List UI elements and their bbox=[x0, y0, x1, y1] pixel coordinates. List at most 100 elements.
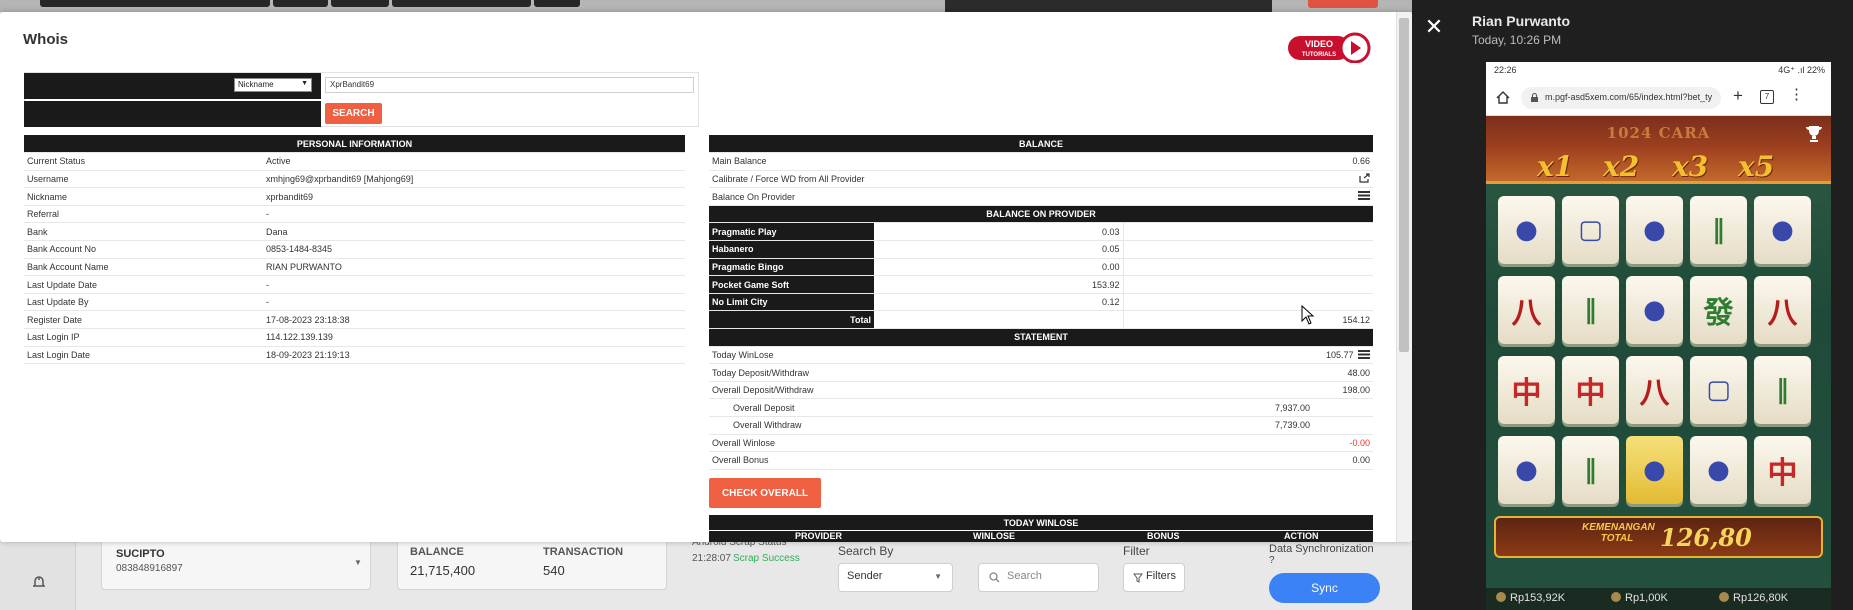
mahjong-tile: 中 bbox=[1498, 356, 1555, 424]
today-winlose-columns: PROVIDER WINLOSE BONUS ACTION bbox=[709, 531, 1373, 542]
overall-deposit-label: Overall Deposit bbox=[709, 398, 1123, 417]
main-balance-label: Main Balance bbox=[709, 152, 1123, 171]
column-provider: PROVIDER bbox=[795, 531, 843, 541]
filters-button[interactable]: Filters bbox=[1123, 563, 1185, 592]
top-nav-segment[interactable] bbox=[40, 0, 270, 7]
row-label: Last Login Date bbox=[24, 346, 263, 365]
table-row: Today WinLose 105.77 bbox=[709, 346, 1374, 365]
mahjong-tile: ‖ bbox=[1562, 436, 1619, 504]
whois-modal: Whois VIDEO TUTORIALS Nickname ▼ XprBand… bbox=[0, 12, 1412, 542]
balance-label: BALANCE bbox=[410, 546, 464, 558]
mahjong-tile: 八 bbox=[1626, 356, 1683, 424]
row-label: Bank Account No bbox=[24, 240, 263, 259]
table-row: Last Login Date 18-09-2023 21:19:13 bbox=[24, 346, 686, 365]
table-row: Today Deposit/Withdraw 48.00 bbox=[709, 363, 1374, 382]
table-row: Bank Account No 0853-1484-8345 bbox=[24, 240, 686, 259]
home-icon[interactable] bbox=[1496, 91, 1510, 104]
search-by-select[interactable]: Sender ▼ bbox=[838, 563, 953, 592]
row-value: 18-09-2023 21:19:13 bbox=[263, 346, 686, 365]
search-type-value: Nickname bbox=[238, 80, 274, 89]
chevron-down-icon[interactable]: ▼ bbox=[354, 558, 362, 567]
row-label: Nickname bbox=[24, 187, 263, 206]
top-nav-segment[interactable] bbox=[534, 0, 580, 7]
url-field[interactable]: m.pgf-asd5xem.com/65/index.html?bet_ty bbox=[1521, 87, 1721, 109]
new-tab-icon[interactable]: + bbox=[1733, 86, 1743, 106]
chevron-down-icon: ▼ bbox=[934, 572, 942, 581]
sidebar bbox=[0, 540, 76, 610]
modal-title: Whois bbox=[23, 31, 68, 48]
provider-value: 0.05 bbox=[874, 240, 1124, 259]
row-value: Active bbox=[263, 152, 686, 171]
balance-value: 21,715,400 bbox=[410, 563, 476, 578]
overall-winlose-value: -0.00 bbox=[1123, 434, 1374, 453]
top-red-button[interactable] bbox=[1308, 0, 1378, 8]
lock-icon bbox=[1531, 93, 1538, 102]
check-overall-button[interactable]: CHECK OVERALL bbox=[709, 478, 821, 508]
mahjong-tile: ● bbox=[1498, 196, 1555, 264]
top-nav-segment[interactable] bbox=[392, 0, 531, 7]
dashboard-icon[interactable] bbox=[32, 575, 46, 587]
table-row: Last Update Date - bbox=[24, 275, 686, 294]
table-row: Last Login IP 114.122.139.139 bbox=[24, 328, 686, 347]
filter-icon bbox=[1133, 573, 1143, 583]
balance-table: BALANCE Main Balance 0.66 Calibrate / Fo… bbox=[709, 135, 1374, 470]
mahjong-tile: 八 bbox=[1498, 276, 1555, 344]
provider-name: Habanero bbox=[709, 240, 874, 259]
tab-count[interactable]: 7 bbox=[1760, 90, 1774, 104]
column-action: ACTION bbox=[1284, 531, 1319, 541]
top-nav-segment[interactable] bbox=[273, 0, 328, 7]
table-row: Overall Bonus 0.00 bbox=[709, 451, 1374, 470]
kebab-menu-icon[interactable]: ⋮ bbox=[1789, 87, 1804, 103]
provider-spacer bbox=[1123, 222, 1374, 242]
total-label: Total bbox=[709, 310, 874, 330]
footer-bet: Rp1,00K bbox=[1611, 592, 1668, 604]
search-by-label: Search By bbox=[838, 544, 894, 558]
scrollbar-thumb[interactable] bbox=[1399, 18, 1409, 352]
table-row: Calibrate / Force WD from All Provider bbox=[709, 170, 1374, 189]
whois-search-input[interactable]: XprBandit69 bbox=[325, 77, 694, 93]
search-type-select[interactable]: Nickname ▼ bbox=[234, 78, 312, 92]
search-icon bbox=[989, 572, 1000, 583]
search-button[interactable]: SEARCH bbox=[325, 103, 382, 124]
browser-address-bar: m.pgf-asd5xem.com/65/index.html?bet_ty +… bbox=[1486, 80, 1831, 116]
video-tutorials-button[interactable]: VIDEO TUTORIALS bbox=[1287, 32, 1371, 64]
row-value: - bbox=[263, 293, 686, 312]
sync-button[interactable]: Sync bbox=[1269, 573, 1380, 603]
top-nav-segment[interactable] bbox=[331, 0, 389, 7]
trophy-icon[interactable] bbox=[1804, 124, 1824, 144]
table-row: Bank Dana bbox=[24, 222, 686, 242]
column-winlose: WINLOSE bbox=[973, 531, 1015, 541]
calibrate-label: Calibrate / Force WD from All Provider bbox=[709, 170, 1123, 189]
mahjong-tile: ‖ bbox=[1754, 356, 1811, 424]
provider-header: BALANCE ON PROVIDER bbox=[709, 205, 1374, 224]
today-deposit-withdraw-label: Today Deposit/Withdraw bbox=[709, 363, 1123, 382]
today-winlose-value: 105.77 bbox=[1325, 349, 1354, 360]
row-label: Username bbox=[24, 170, 263, 189]
table-row: Nickname xprbandit69 bbox=[24, 187, 686, 206]
search-input[interactable]: Search bbox=[978, 563, 1099, 592]
close-icon[interactable]: ✕ bbox=[1424, 15, 1444, 39]
mahjong-tile: ● bbox=[1626, 196, 1683, 264]
overall-withdraw-label: Overall Withdraw bbox=[709, 416, 1123, 435]
provider-value: 153.92 bbox=[874, 275, 1124, 294]
list-icon[interactable] bbox=[1358, 349, 1371, 359]
url-text: m.pgf-asd5xem.com/65/index.html?bet_ty bbox=[1545, 92, 1713, 102]
row-value: xmhjng69@xprbandit69 [Mahjong69] bbox=[263, 170, 686, 189]
mahjong-tile: ● bbox=[1690, 436, 1747, 504]
user-phone: 083848916897 bbox=[116, 563, 183, 574]
help-icon[interactable]: ? bbox=[1269, 555, 1275, 566]
footer-bet-value: Rp1,00K bbox=[1625, 592, 1668, 604]
personal-info-header: PERSONAL INFORMATION bbox=[24, 135, 686, 154]
win-label: KEMENANGAN TOTAL bbox=[1582, 522, 1655, 544]
table-row: Balance On Provider bbox=[709, 187, 1374, 206]
win-amount: 126,80 bbox=[1660, 523, 1752, 552]
share-icon[interactable] bbox=[1359, 173, 1370, 183]
row-value: 114.122.139.139 bbox=[263, 328, 686, 347]
table-row: No Limit City 0.12 bbox=[709, 293, 1374, 312]
provider-name: Pragmatic Bingo bbox=[709, 258, 874, 277]
table-row: Habanero 0.05 bbox=[709, 240, 1374, 259]
list-icon[interactable] bbox=[1358, 191, 1371, 201]
footer-win: Rp126,80K bbox=[1719, 592, 1788, 604]
row-label: Last Login IP bbox=[24, 328, 263, 347]
mahjong-tile: ● bbox=[1498, 436, 1555, 504]
